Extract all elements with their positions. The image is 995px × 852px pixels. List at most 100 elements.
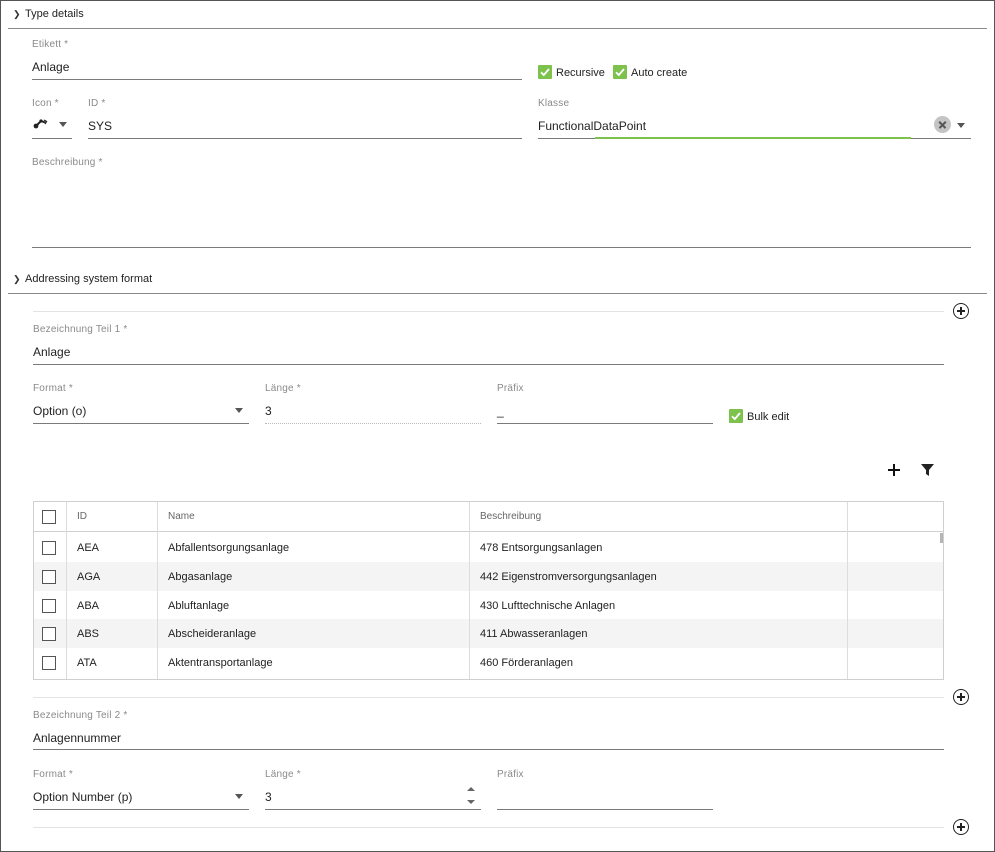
klasse-select[interactable]: FunctionalDataPoint [538, 119, 646, 133]
bulk-edit-checkbox[interactable] [729, 409, 743, 423]
part1-praefix-input[interactable]: _ [497, 404, 504, 418]
part2-name-input[interactable]: Anlagennummer [33, 731, 121, 745]
row-name: Abgasanlage [168, 570, 233, 583]
column-divider [157, 502, 158, 679]
options-table: ID Name Beschreibung AEA Abfallentsorgun… [33, 501, 944, 680]
beschreibung-underline [32, 247, 971, 248]
part3-separator [33, 827, 944, 828]
check-icon [731, 412, 741, 421]
table-row[interactable]: ABA Abluftanlage 430 Lufttechnische Anla… [34, 591, 943, 620]
part2-praefix-label: Präfix [497, 769, 524, 780]
part1-praefix-underline [497, 423, 713, 424]
part1-laenge-label: Länge * [265, 383, 301, 394]
row-name: Abluftanlage [168, 599, 230, 612]
check-icon [540, 68, 550, 77]
etikett-label: Etikett * [32, 39, 69, 50]
row-id: ATA [77, 656, 97, 669]
part2-format-select[interactable]: Option Number (p) [33, 790, 132, 804]
auto-create-label[interactable]: Auto create [631, 67, 687, 79]
table-scrollbar[interactable] [940, 533, 943, 543]
part2-laenge-input[interactable]: 3 [265, 790, 272, 804]
check-icon [615, 68, 625, 77]
part2-format-caret[interactable] [235, 794, 243, 799]
klasse-label: Klasse [538, 98, 570, 109]
part1-name-input[interactable]: Anlage [33, 345, 70, 359]
add-row-icon[interactable] [887, 463, 901, 477]
row-name: Abfallentsorgungsanlage [168, 541, 290, 554]
recursive-checkbox[interactable] [538, 65, 552, 79]
row-beschreibung: 478 Entsorgungsanlagen [480, 541, 603, 554]
table-row[interactable]: ABS Abscheideranlage 411 Abwasseranlagen [34, 619, 943, 648]
part1-name-underline [33, 364, 944, 365]
row-id: AEA [77, 541, 100, 554]
row-checkbox[interactable] [42, 598, 56, 613]
klasse-focus-line [595, 137, 911, 139]
part2-name-underline [33, 749, 944, 750]
robot-arm-icon[interactable] [32, 116, 48, 130]
row-beschreibung: 460 Förderanlagen [480, 656, 573, 669]
table-row[interactable]: ATA Aktentransportanlage 460 Förderanlag… [34, 648, 943, 677]
part2-laenge-underline [265, 809, 481, 810]
column-divider [469, 502, 470, 679]
type-details-divider [8, 28, 987, 29]
type-details-title: Type details [25, 8, 84, 20]
icon-underline [32, 138, 72, 139]
addressing-header[interactable]: ❯ Addressing system format [13, 273, 152, 285]
row-name: Abscheideranlage [168, 627, 257, 640]
column-divider [66, 502, 67, 679]
column-header-beschreibung[interactable]: Beschreibung [480, 502, 541, 531]
chevron-down-icon: ❯ [13, 9, 21, 19]
column-header-name[interactable]: Name [168, 502, 195, 531]
part1-format-label: Format * [33, 383, 73, 394]
part2-laenge-label: Länge * [265, 769, 301, 780]
add-part-after-2-icon[interactable] [953, 819, 969, 835]
stepper-arrows-icon [467, 787, 475, 804]
row-checkbox[interactable] [42, 540, 56, 555]
row-checkbox[interactable] [42, 655, 56, 670]
auto-create-checkbox[interactable] [613, 65, 627, 79]
table-header: ID Name Beschreibung [34, 502, 943, 532]
part2-format-underline [33, 809, 249, 810]
column-header-id[interactable]: ID [77, 502, 87, 531]
beschreibung-label: Beschreibung * [32, 157, 103, 168]
part1-praefix-label: Präfix [497, 383, 524, 394]
bulk-edit-label[interactable]: Bulk edit [747, 411, 789, 423]
select-all-checkbox[interactable] [42, 509, 56, 524]
row-checkbox[interactable] [42, 626, 56, 641]
select-all-checkbox-cell [42, 502, 58, 531]
icon-label: Icon * [32, 98, 59, 109]
id-label: ID * [88, 98, 106, 109]
row-checkbox[interactable] [42, 569, 56, 584]
etikett-underline [32, 79, 522, 80]
part1-separator [33, 311, 944, 312]
filter-icon[interactable] [920, 463, 935, 477]
addressing-title: Addressing system format [25, 273, 153, 285]
table-row[interactable]: AGA Abgasanlage 442 Eigenstromversorgung… [34, 562, 943, 591]
recursive-label[interactable]: Recursive [556, 67, 605, 79]
table-row[interactable]: AEA Abfallentsorgungsanlage 478 Entsorgu… [34, 533, 943, 562]
part1-laenge-input[interactable]: 3 [265, 404, 272, 418]
id-underline [88, 138, 522, 139]
row-id: AGA [77, 570, 101, 583]
part1-format-select[interactable]: Option (o) [33, 404, 86, 418]
part2-separator [33, 697, 944, 698]
clear-icon[interactable] [934, 116, 951, 133]
klasse-dropdown-caret[interactable] [957, 123, 965, 128]
etikett-input[interactable]: Anlage [32, 60, 69, 74]
laenge-stepper[interactable] [466, 785, 476, 807]
row-beschreibung: 430 Lufttechnische Anlagen [480, 599, 616, 612]
row-beschreibung: 411 Abwasseranlagen [480, 627, 588, 640]
id-input[interactable]: SYS [88, 119, 112, 133]
window-frame [0, 0, 995, 852]
row-name: Aktentransportanlage [168, 656, 273, 669]
part2-name-label: Bezeichnung Teil 2 * [33, 710, 128, 721]
chevron-down-icon: ❯ [13, 274, 21, 284]
add-part-before-1-icon[interactable] [953, 303, 969, 319]
icon-dropdown-caret[interactable] [59, 122, 67, 127]
type-details-header[interactable]: ❯ Type details [13, 8, 84, 20]
add-part-before-2-icon[interactable] [953, 689, 969, 705]
column-divider [847, 502, 848, 679]
row-id: ABA [77, 599, 100, 612]
part2-format-label: Format * [33, 769, 73, 780]
part1-format-caret[interactable] [235, 408, 243, 413]
